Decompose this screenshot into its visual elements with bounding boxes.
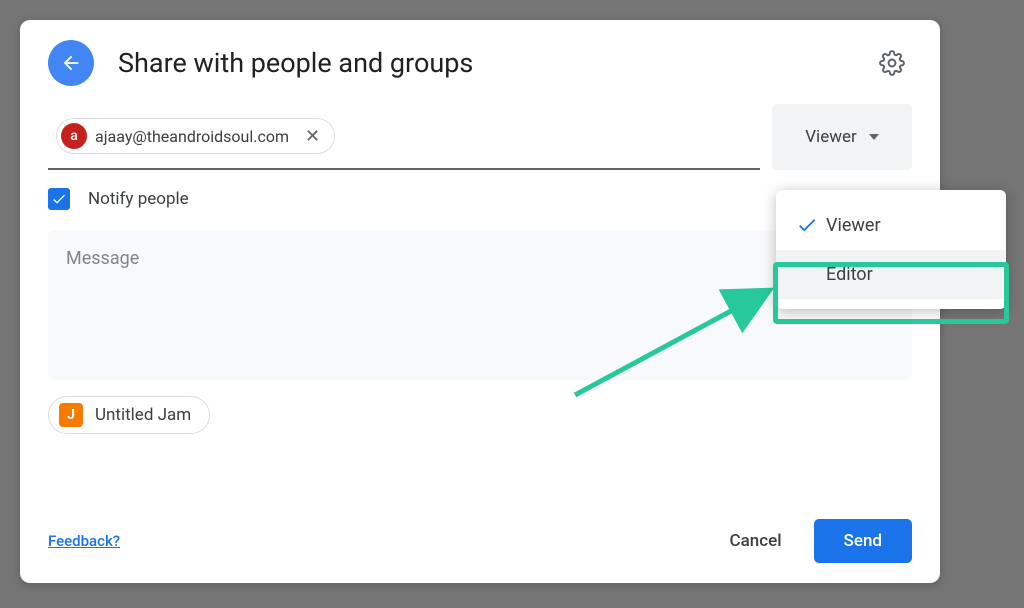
role-option-editor[interactable]: Editor: [776, 250, 1006, 299]
attachment-row: J Untitled Jam: [20, 380, 940, 450]
jamboard-icon: J: [59, 403, 83, 427]
dialog-title: Share with people and groups: [118, 47, 872, 79]
dialog-header: Share with people and groups: [20, 20, 940, 104]
recipients-row: a ajaay@theandroidsoul.com ✕ Viewer: [20, 104, 940, 170]
role-dropdown[interactable]: Viewer: [772, 104, 912, 170]
cancel-button[interactable]: Cancel: [708, 521, 804, 561]
recipient-email: ajaay@theandroidsoul.com: [95, 127, 289, 146]
chevron-down-icon: [869, 134, 879, 140]
attachment-chip[interactable]: J Untitled Jam: [48, 396, 210, 434]
back-button[interactable]: [48, 40, 94, 86]
role-option-label: Editor: [826, 264, 873, 285]
send-button[interactable]: Send: [814, 519, 912, 563]
role-menu: Viewer Editor: [776, 190, 1006, 309]
check-icon: [796, 214, 826, 236]
message-placeholder: Message: [66, 248, 139, 269]
role-dropdown-label: Viewer: [805, 127, 857, 147]
recipients-input[interactable]: a ajaay@theandroidsoul.com ✕: [48, 104, 760, 170]
attachment-name: Untitled Jam: [95, 405, 191, 425]
avatar: a: [61, 123, 87, 149]
feedback-link[interactable]: Feedback?: [48, 532, 120, 550]
role-option-label: Viewer: [826, 215, 881, 236]
dialog-footer: Feedback? Cancel Send: [20, 509, 940, 583]
gear-icon: [879, 50, 905, 76]
check-icon: [51, 191, 67, 207]
role-option-viewer[interactable]: Viewer: [776, 200, 1006, 250]
remove-recipient-button[interactable]: ✕: [301, 126, 324, 147]
arrow-left-icon: [60, 52, 82, 74]
settings-button[interactable]: [872, 43, 912, 83]
notify-label: Notify people: [88, 189, 189, 209]
notify-checkbox[interactable]: [48, 188, 70, 210]
recipient-chip[interactable]: a ajaay@theandroidsoul.com ✕: [56, 118, 335, 154]
